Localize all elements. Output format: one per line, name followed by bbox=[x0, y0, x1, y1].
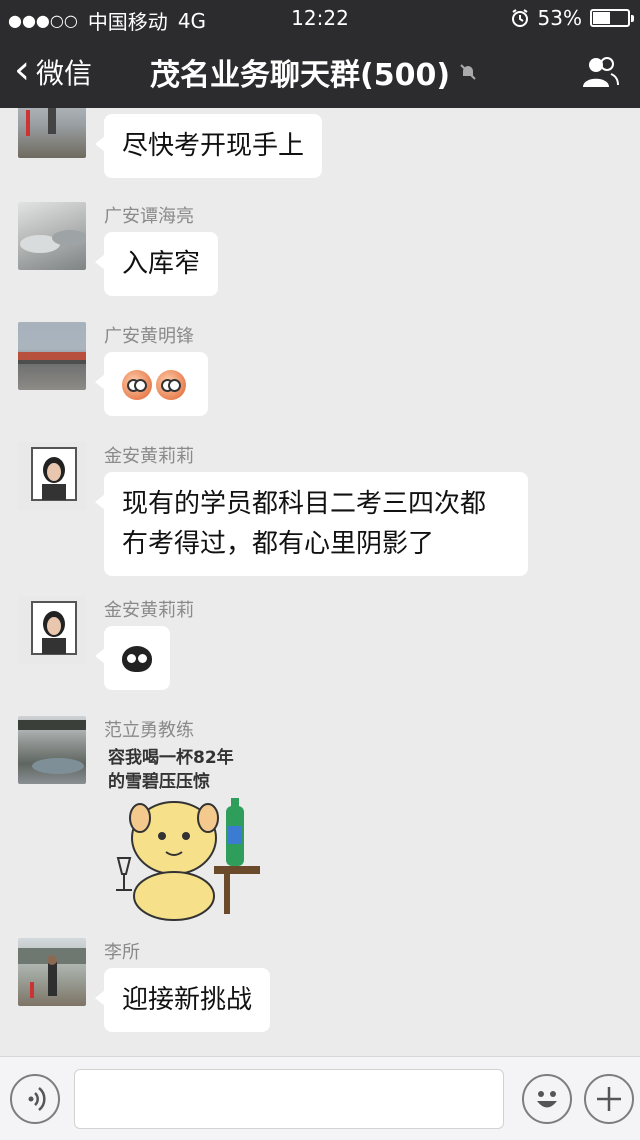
alarm-icon bbox=[511, 9, 528, 27]
battery-fill bbox=[593, 12, 611, 24]
avatar[interactable] bbox=[18, 716, 86, 784]
avatar[interactable] bbox=[18, 442, 86, 510]
group-info-icon[interactable] bbox=[580, 54, 620, 90]
battery-percent: 53% bbox=[537, 6, 582, 30]
message-bubble[interactable] bbox=[95, 352, 208, 416]
chat-title-wrap: 茂名业务聊天群(500) bbox=[150, 36, 478, 108]
smiley-icon bbox=[537, 1091, 557, 1108]
back-button[interactable]: ‹ 微信 bbox=[14, 36, 92, 108]
sticker-caption-line: 容我喝一杯82年 bbox=[108, 748, 234, 768]
voice-wave-icon bbox=[28, 1087, 46, 1111]
owl-emoji-icon bbox=[122, 645, 152, 672]
sender-name: 李所 bbox=[104, 942, 140, 963]
status-bar: ●●●○○ 中国移动 4G 12:22 53% bbox=[0, 0, 640, 36]
avatar[interactable] bbox=[18, 596, 86, 664]
status-right: 53% bbox=[510, 6, 634, 30]
battery-icon bbox=[590, 9, 634, 27]
avatar[interactable] bbox=[18, 202, 86, 270]
message-bubble[interactable]: 迎接新挑战 bbox=[94, 968, 271, 1032]
sticker-image[interactable]: 容我喝一杯82年 的雪碧压压惊 bbox=[104, 746, 264, 926]
avatar[interactable] bbox=[18, 322, 86, 390]
emoji-button[interactable] bbox=[522, 1074, 572, 1124]
message-bubble[interactable]: 尽快考开现手上 bbox=[94, 114, 323, 178]
more-plus-button[interactable] bbox=[584, 1074, 634, 1124]
chat-title: 茂名业务聊天群(500) bbox=[150, 58, 451, 93]
avatar[interactable] bbox=[18, 108, 86, 158]
mute-bell-icon bbox=[460, 64, 476, 80]
sticker-caption-line: 的雪碧压压惊 bbox=[108, 772, 210, 792]
message-text: 尽快考开现手上 bbox=[122, 131, 305, 161]
plus-icon bbox=[597, 1087, 621, 1111]
voice-button[interactable] bbox=[10, 1074, 60, 1124]
message-input[interactable] bbox=[74, 1069, 504, 1129]
sender-name: 金安黄莉莉 bbox=[104, 600, 194, 621]
sender-name: 范立勇教练 bbox=[104, 720, 194, 741]
message-bubble[interactable] bbox=[95, 626, 170, 690]
sticker-caption: 容我喝一杯82年 的雪碧压压惊 bbox=[108, 746, 234, 794]
message-bubble[interactable]: 现有的学员都科目二考三四次都 冇考得过，都有心里阴影了 bbox=[95, 472, 528, 576]
sender-name: 金安黄莉莉 bbox=[104, 446, 194, 467]
blushing-face-icon bbox=[156, 369, 186, 400]
blushing-face-icon bbox=[122, 369, 152, 400]
chat-area[interactable]: 尽快考开现手上 广安谭海亮 入库窄 广安黄明锋 金安黄莉莉 现有的学员都科目二考… bbox=[0, 108, 640, 1056]
message-text: 入库窄 bbox=[122, 249, 201, 279]
nav-bar: ‹ 微信 茂名业务聊天群(500) bbox=[0, 36, 640, 108]
message-text-line: 现有的学员都科目二考三四次都 bbox=[122, 489, 487, 519]
message-text: 迎接新挑战 bbox=[122, 985, 253, 1015]
back-label: 微信 bbox=[36, 57, 93, 90]
avatar[interactable] bbox=[18, 938, 86, 1006]
message-text-line: 冇考得过，都有心里阴影了 bbox=[122, 529, 435, 559]
dog-with-drink-icon bbox=[116, 798, 260, 921]
chevron-left-icon: ‹ bbox=[14, 47, 30, 93]
input-bar bbox=[0, 1056, 640, 1140]
message-bubble[interactable]: 入库窄 bbox=[94, 232, 219, 296]
sender-name: 广安谭海亮 bbox=[104, 206, 194, 227]
sender-name: 广安黄明锋 bbox=[104, 326, 194, 347]
